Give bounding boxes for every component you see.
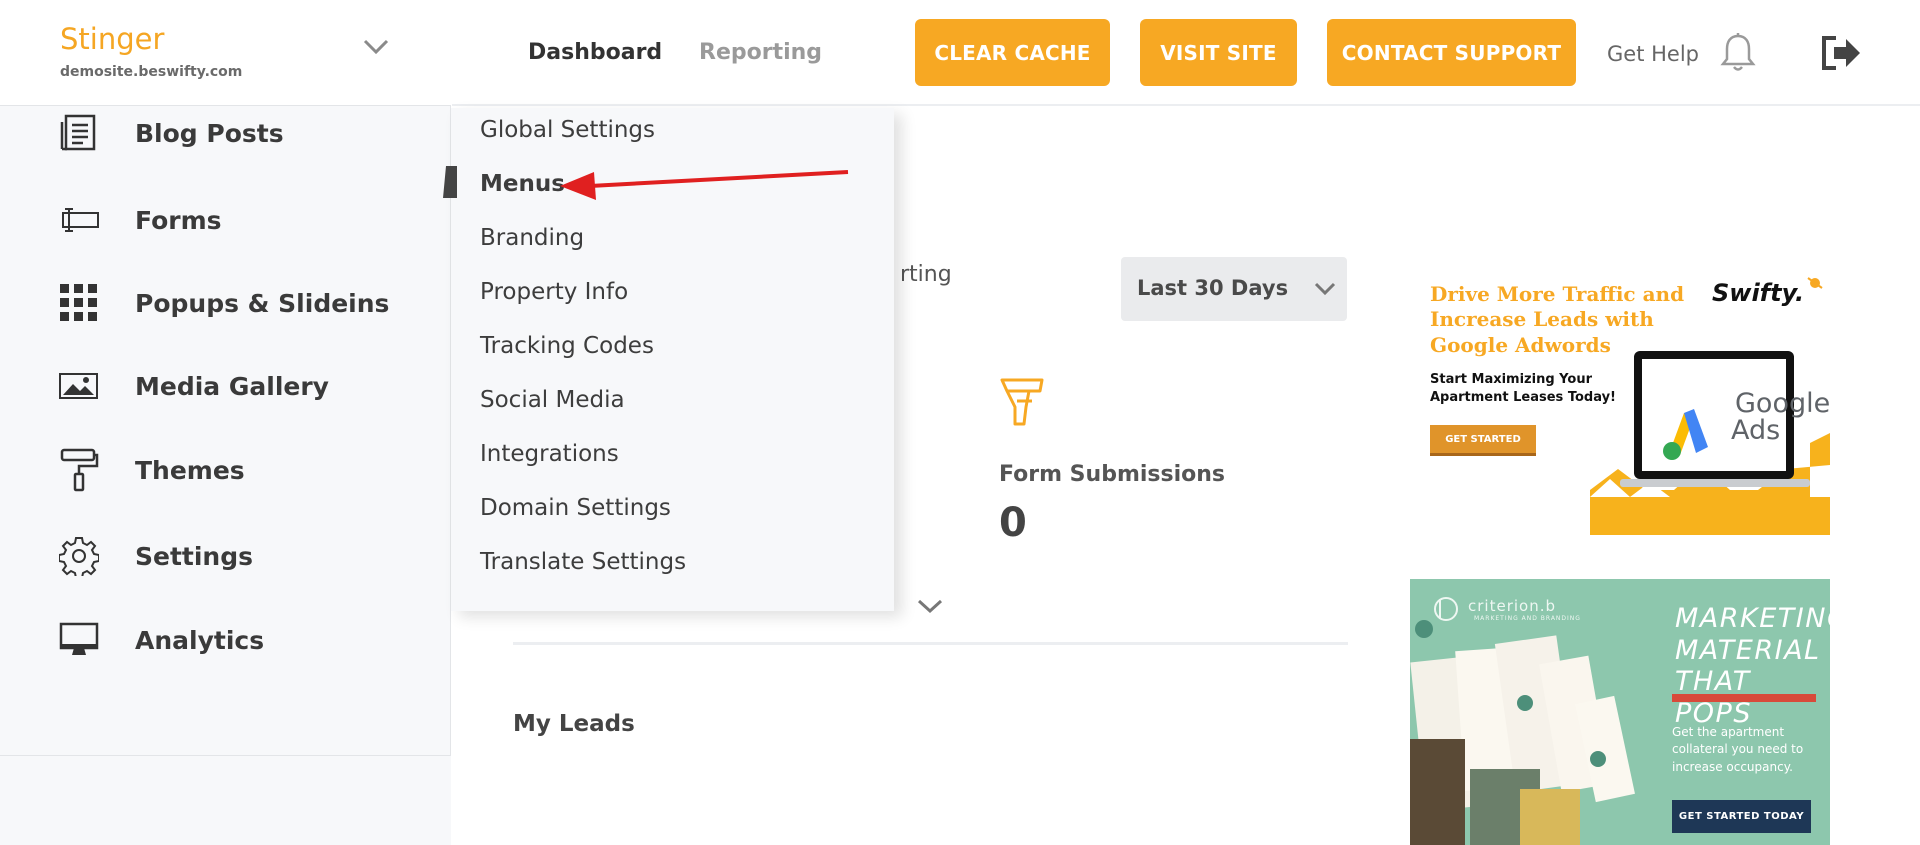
gear-icon (58, 535, 100, 577)
reporting-text-fragment: rting (900, 262, 952, 287)
get-started-button[interactable]: GET STARTED (1430, 425, 1536, 456)
get-help-link[interactable]: Get Help (1607, 42, 1699, 66)
form-field-icon (58, 199, 100, 241)
site-url: demosite.beswifty.com (60, 64, 243, 80)
funnel-icon (1000, 378, 1044, 426)
google-ads-wordmark: Google Ads (1731, 388, 1830, 446)
clear-cache-button[interactable]: CLEAR CACHE (915, 19, 1110, 86)
sidebar-item-settings[interactable]: Settings (0, 526, 451, 586)
chevron-down-icon[interactable] (915, 595, 945, 617)
visit-site-button[interactable]: VISIT SITE (1140, 19, 1297, 86)
menu-item-integrations[interactable]: Integrations (480, 441, 619, 467)
paint-roller-icon (58, 448, 100, 492)
contact-support-button[interactable]: CONTACT SUPPORT (1327, 19, 1576, 86)
chevron-down-icon (1314, 282, 1336, 296)
logout-icon[interactable] (1820, 34, 1862, 72)
sidebar-item-themes[interactable]: Themes (0, 440, 451, 500)
menu-item-social-media[interactable]: Social Media (480, 387, 625, 413)
criterion-logo: criterion.b (1468, 597, 1556, 615)
grid-icon (58, 282, 100, 324)
criterion-b-banner[interactable]: criterion.b MARKETING AND BRANDING MARKE… (1410, 579, 1830, 845)
stat-value: 0 (999, 500, 1027, 546)
sidebar-item-media-gallery[interactable]: Media Gallery (0, 356, 451, 416)
sidebar-item-blog-posts[interactable]: Blog Posts (0, 103, 451, 163)
date-range-value: Last 30 Days (1137, 276, 1289, 300)
sidebar-footer (0, 756, 451, 845)
site-header: Stinger demosite.beswifty.com (0, 0, 451, 106)
menu-item-translate-settings[interactable]: Translate Settings (480, 549, 686, 575)
tab-reporting[interactable]: Reporting (699, 40, 822, 65)
divider (513, 642, 1348, 645)
menu-item-branding[interactable]: Branding (480, 225, 584, 251)
google-ads-banner[interactable]: Drive More Traffic and Increase Leads wi… (1410, 265, 1830, 535)
menu-item-global-settings[interactable]: Global Settings (480, 117, 655, 143)
sidebar-item-forms[interactable]: Forms (0, 190, 451, 250)
get-started-today-button[interactable]: GET STARTED TODAY (1672, 800, 1811, 833)
swifty-logo: Swifty. (1712, 279, 1805, 307)
headline-underline (1672, 694, 1816, 702)
date-range-select[interactable]: Last 30 Days (1121, 257, 1347, 321)
sidebar-item-label: Forms (135, 205, 222, 235)
chevron-down-icon[interactable] (361, 34, 391, 58)
top-bar: Dashboard Reporting CLEAR CACHE VISIT SI… (452, 0, 1920, 106)
sidebar-item-label: Analytics (135, 625, 265, 655)
sidebar-item-label: Themes (135, 455, 245, 485)
sidebar-item-label: Settings (135, 541, 254, 571)
sidebar-item-label: Media Gallery (135, 371, 329, 401)
menu-item-menus[interactable]: Menus (480, 171, 565, 197)
monitor-icon (58, 619, 100, 661)
section-title: My Leads (513, 711, 635, 737)
active-item-marker (443, 166, 457, 198)
sidebar-item-label: Blog Posts (135, 118, 284, 148)
tab-dashboard[interactable]: Dashboard (528, 40, 662, 65)
ad-headline: MARKETING MATERIAL THAT POPS (1675, 603, 1830, 729)
menu-item-property-info[interactable]: Property Info (480, 279, 628, 305)
image-icon (58, 365, 100, 407)
bell-icon[interactable] (1719, 32, 1757, 74)
sidebar-item-popups[interactable]: Popups & Slideins (0, 273, 451, 333)
menu-item-tracking-codes[interactable]: Tracking Codes (480, 333, 654, 359)
settings-dropdown-menu: Global Settings Menus Branding Property … (451, 108, 894, 611)
ad-body-text: Get the apartment collateral you need to… (1672, 725, 1804, 774)
stat-label: Form Submissions (999, 462, 1226, 487)
sidebar: Stinger demosite.beswifty.com Blog Posts… (0, 0, 451, 845)
document-lines-icon (58, 112, 100, 154)
menu-item-domain-settings[interactable]: Domain Settings (480, 495, 671, 521)
bee-icon (1807, 277, 1823, 289)
sidebar-item-label: Popups & Slideins (135, 288, 390, 318)
print-collateral-collage (1410, 620, 1635, 845)
site-name: Stinger (60, 22, 165, 56)
sidebar-item-analytics[interactable]: Analytics (0, 610, 451, 670)
